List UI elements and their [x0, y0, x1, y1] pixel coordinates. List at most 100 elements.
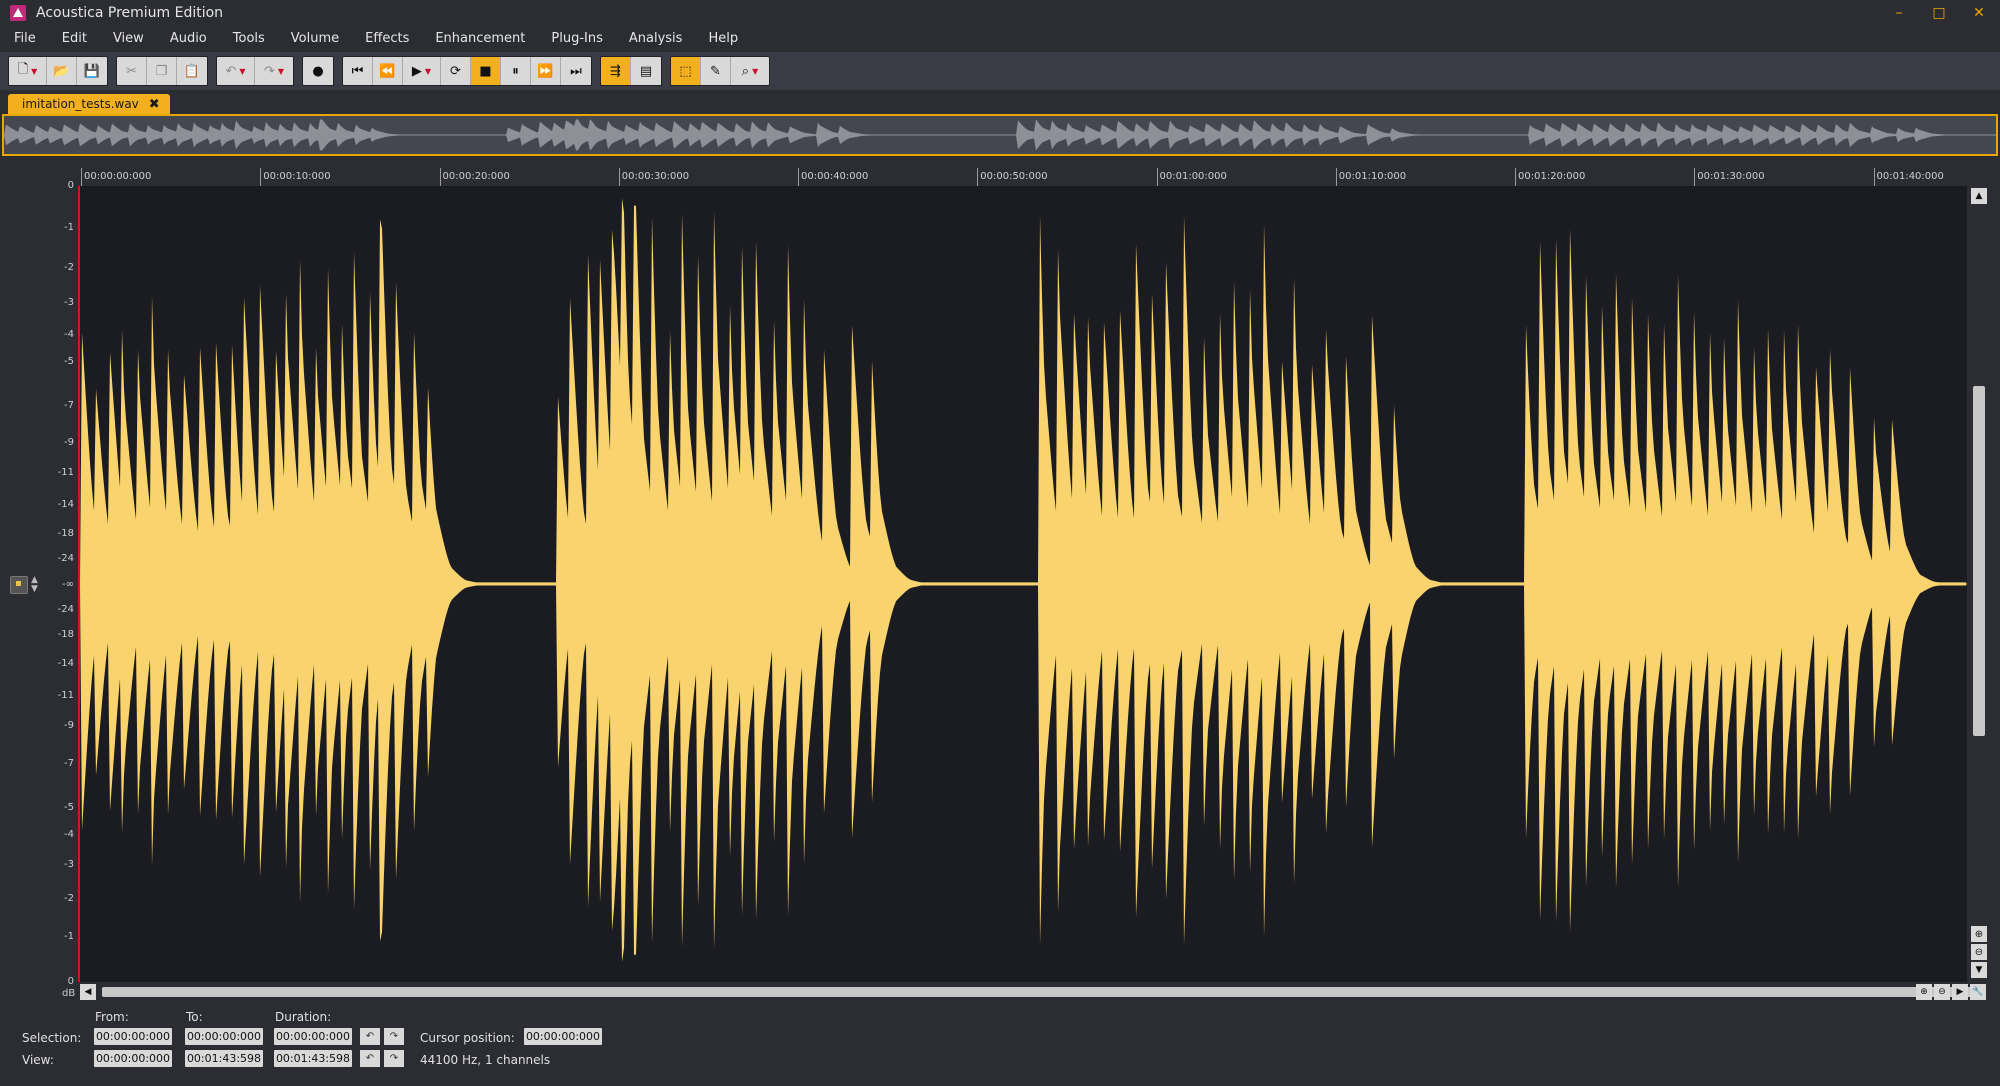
duration-label: Duration: [275, 1010, 332, 1024]
stop-button[interactable]: ■ [471, 57, 501, 85]
select-tool-button[interactable]: ⬚ [671, 57, 701, 85]
vertical-scroll-thumb[interactable] [1973, 386, 1985, 736]
paste-icon: 📋 [183, 63, 201, 79]
selection-redo-button[interactable]: ↷ [384, 1028, 404, 1045]
redo-button[interactable]: ↷ ▼ [255, 57, 293, 85]
to-label: To: [186, 1010, 203, 1024]
menu-file[interactable]: File [6, 31, 44, 46]
view-redo-button[interactable]: ↷ [384, 1050, 404, 1067]
go-to-end-button[interactable]: ⏭ [561, 57, 591, 85]
ruler-label: 00:00:40:000 [801, 171, 869, 182]
horizontal-zoom-in-button[interactable]: ⊕ [1916, 984, 1932, 1000]
undo-icon: ↶ [225, 63, 237, 79]
cursor-position-field[interactable]: 00:00:00:000 [524, 1028, 602, 1045]
new-file-icon: 🗋 [17, 62, 29, 77]
go-to-start-button[interactable]: ⏮ [343, 57, 373, 85]
menu-tools[interactable]: Tools [225, 31, 273, 46]
toolbar-group: ↶ ▼ ↷ ▼ [216, 56, 294, 86]
menu-view[interactable]: View [105, 31, 152, 46]
waveform-editor[interactable] [78, 186, 1967, 982]
db-tick-label: -2 [64, 262, 74, 273]
title-bar: Acoustica Premium Edition – □ ✕ [0, 0, 2000, 26]
dropdown-caret-icon[interactable]: ▼ [278, 67, 284, 76]
ruler-label: 00:00:00:000 [84, 171, 152, 182]
loop-button[interactable]: ⟳ [441, 57, 471, 85]
view-from-field[interactable]: 00:00:00:000 [94, 1050, 172, 1067]
ruler-tick [1335, 168, 1337, 186]
horizontal-scroll-thumb[interactable] [102, 987, 1982, 997]
selection-duration-field[interactable]: 00:00:00:000 [274, 1028, 352, 1045]
go-to-end-icon: ⏭ [570, 63, 582, 79]
app-window: Acoustica Premium Edition – □ ✕ File Edit… [0, 0, 2000, 1086]
selection-undo-button[interactable]: ↶ [360, 1028, 380, 1045]
cut-button[interactable]: ✂ [117, 57, 147, 85]
pencil-tool-button[interactable]: ✎ [701, 57, 731, 85]
db-unit-label: dB [62, 988, 76, 999]
db-tick-label: -3 [64, 297, 74, 308]
time-ruler[interactable]: 00:00:00:000 00:00:10:000 00:00:20:000 00:0… [78, 168, 1966, 186]
dropdown-caret-icon[interactable]: ▼ [425, 67, 431, 76]
channel-arrows-icon[interactable]: ▲ ▼ [31, 576, 38, 594]
copy-button[interactable]: ❐ [147, 57, 177, 85]
select-tool-icon: ⬚ [679, 63, 692, 79]
horizontal-scrollbar[interactable]: ◀ ⊕ ⊖ ▶ 🔧 [80, 984, 1986, 1000]
new-file-button[interactable]: 🗋 ▼ [9, 57, 47, 85]
record-button[interactable]: ● [303, 57, 333, 85]
view-to-field[interactable]: 00:01:43:598 [185, 1050, 263, 1067]
db-tick-label: -24 [57, 604, 74, 615]
paste-button[interactable]: 📋 [177, 57, 207, 85]
waveform-shape [80, 198, 1966, 963]
menu-plug-ins[interactable]: Plug-Ins [543, 31, 610, 46]
selection-label: Selection: [22, 1031, 82, 1045]
view-duration-field[interactable]: 00:01:43:598 [274, 1050, 352, 1067]
view-undo-button[interactable]: ↶ [360, 1050, 380, 1067]
menu-effects[interactable]: Effects [357, 31, 417, 46]
scroll-up-button[interactable]: ▲ [1971, 188, 1987, 204]
menu-audio[interactable]: Audio [162, 31, 215, 46]
close-tab-icon[interactable]: ✖ [149, 97, 160, 112]
file-tab-label: imitation_tests.wav [22, 97, 139, 111]
ruler-tick [1694, 168, 1696, 186]
menu-volume[interactable]: Volume [283, 31, 347, 46]
scroll-right-button[interactable]: ▶ [1952, 984, 1968, 1000]
minimize-button[interactable]: – [1888, 2, 1910, 24]
db-tick-label: -9 [64, 437, 74, 448]
ruler-tick [1873, 168, 1875, 186]
vertical-zoom-in-button[interactable]: ⊕ [1971, 926, 1987, 942]
dropdown-caret-icon[interactable]: ▼ [239, 67, 245, 76]
vertical-zoom-out-button[interactable]: ⊖ [1971, 944, 1987, 960]
spectrogram-toggle-button[interactable]: ▤ [631, 57, 661, 85]
selection-to-field[interactable]: 00:00:00:000 [185, 1028, 263, 1045]
db-tick-label: -1 [64, 931, 74, 942]
scroll-down-button[interactable]: ▼ [1971, 962, 1987, 978]
save-button[interactable]: 💾 [77, 57, 107, 85]
open-folder-button[interactable]: 📂 [47, 57, 77, 85]
maximize-button[interactable]: □ [1928, 2, 1950, 24]
zoom-tool-button[interactable]: ⌕ ▼ [731, 57, 769, 85]
toolbar-group: ⏮ ⏪ ▶ ▼ ⟳ ■ ⏸ ⏩ ⏭ [342, 56, 592, 86]
fast-forward-button[interactable]: ⏩ [531, 57, 561, 85]
selection-from-field[interactable]: 00:00:00:000 [94, 1028, 172, 1045]
follow-playback-button[interactable]: ⇶ [601, 57, 631, 85]
wrench-icon[interactable]: 🔧 [1970, 984, 1986, 1000]
rewind-button[interactable]: ⏪ [373, 57, 403, 85]
play-button[interactable]: ▶ ▼ [403, 57, 441, 85]
menu-help[interactable]: Help [700, 31, 746, 46]
horizontal-zoom-out-button[interactable]: ⊖ [1934, 984, 1950, 1000]
ruler-label: 00:00:50:000 [980, 171, 1048, 182]
undo-button[interactable]: ↶ ▼ [217, 57, 255, 85]
vertical-scrollbar[interactable]: ▲ ⊕ ⊖ ▼ [1969, 186, 1989, 982]
menu-edit[interactable]: Edit [54, 31, 95, 46]
menu-analysis[interactable]: Analysis [621, 31, 691, 46]
menu-enhancement[interactable]: Enhancement [427, 31, 533, 46]
file-tab-bar: imitation_tests.wav ✖ [0, 92, 2000, 114]
dropdown-caret-icon[interactable]: ▼ [752, 67, 758, 76]
waveform-overview[interactable] [2, 114, 1998, 156]
close-window-button[interactable]: ✕ [1968, 2, 1990, 24]
pause-button[interactable]: ⏸ [501, 57, 531, 85]
file-tab-imitation-tests[interactable]: imitation_tests.wav ✖ [8, 94, 170, 114]
dropdown-caret-icon[interactable]: ▼ [31, 67, 37, 76]
db-axis: 0 -1 -2 -3 -4 -5 -7 -9 -11 -14 -18 -24 -∞ -24 -18 -14 -1… [50, 180, 78, 987]
channel-select-button[interactable] [10, 576, 28, 594]
scroll-left-button[interactable]: ◀ [80, 984, 96, 1000]
